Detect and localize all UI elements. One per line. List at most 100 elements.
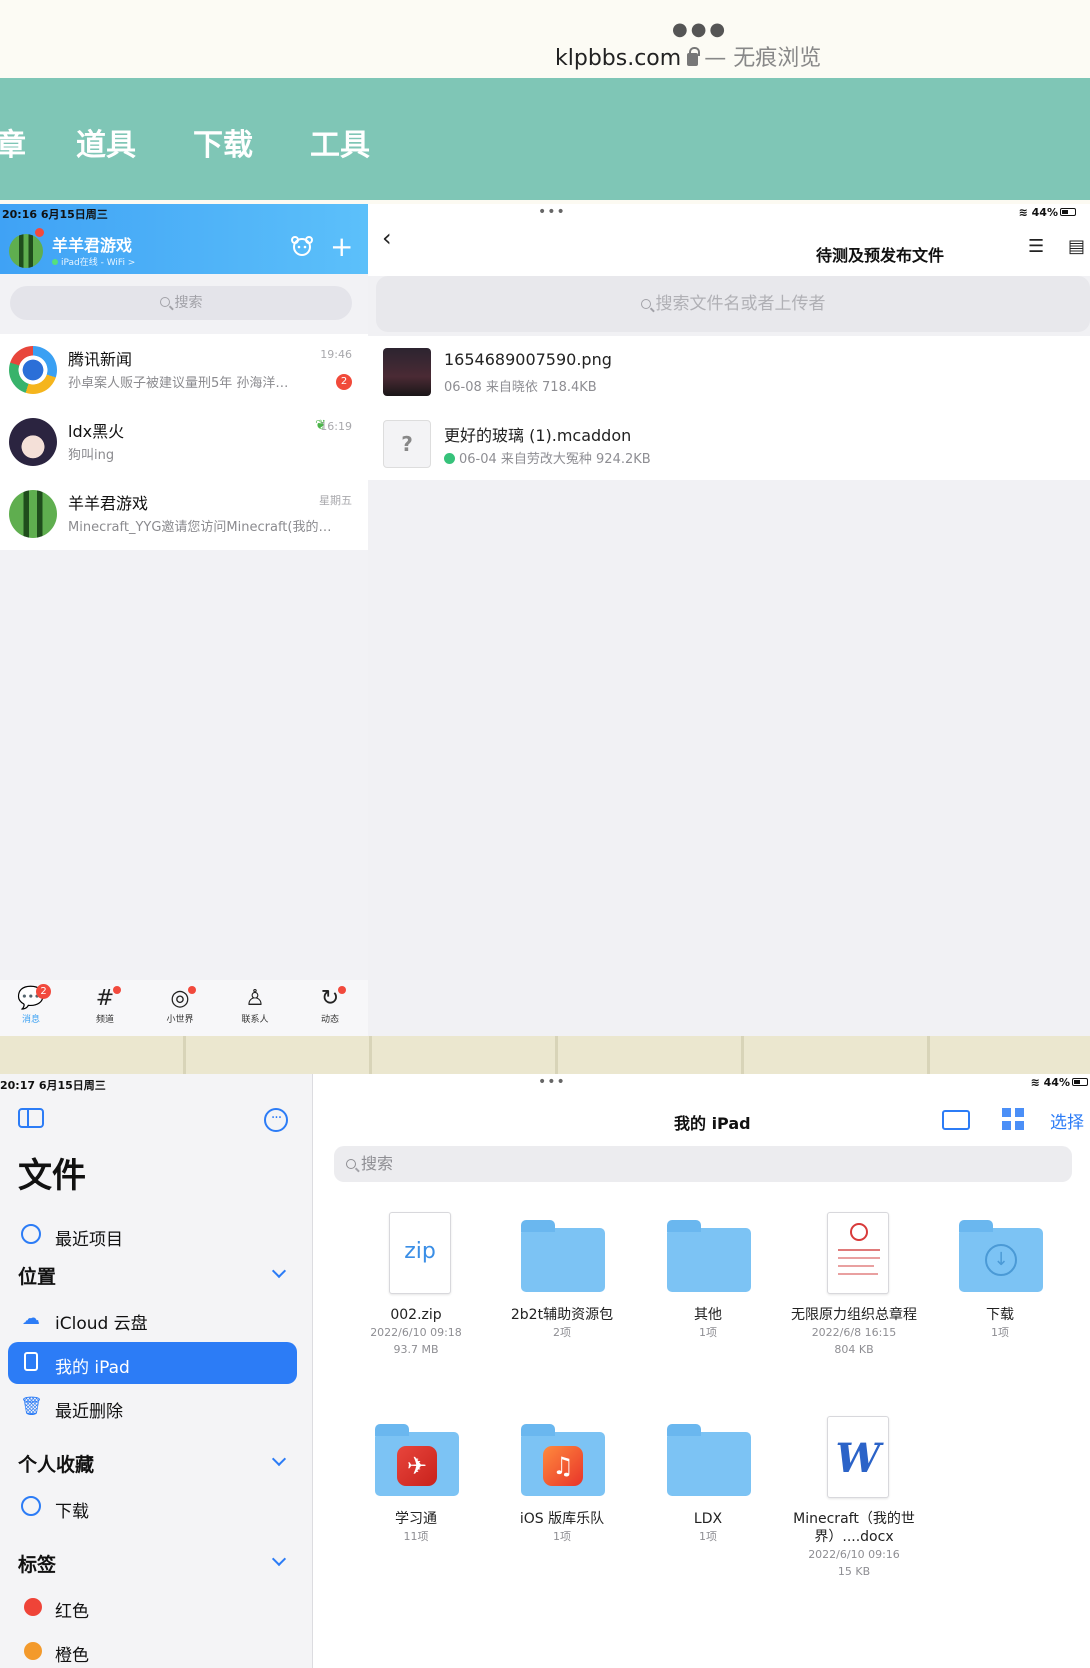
file-search-input[interactable]: 搜索文件名或者上传者	[376, 276, 1090, 332]
qq-username[interactable]: 羊羊君游戏	[52, 232, 132, 256]
grid-view-icon[interactable]	[1002, 1108, 1024, 1130]
seal-icon	[850, 1223, 868, 1241]
folder-item[interactable]: 2b2t辅助资源包 2项	[492, 1212, 632, 1341]
files-main-area: ••• ≋ 44% 我的 iPad 选择 搜索 zip 002.zip 2022…	[314, 1074, 1090, 1668]
contact-avatar	[9, 418, 57, 466]
chat-name: 羊羊君游戏	[68, 494, 149, 513]
address-bar[interactable]: klpbbs.com — 无痕浏览	[555, 40, 821, 72]
creeper-avatar	[9, 490, 57, 538]
chat-item[interactable]: 羊羊君游戏 Minecraft_YYG邀请您访问Minecraft(我的… 星期…	[0, 478, 368, 550]
chat-preview: 孙卓案人贩子被建议量刑5年 孙海洋…	[68, 376, 289, 391]
sort-list-icon[interactable]: ☰	[1028, 236, 1044, 257]
folder-item[interactable]: 其他 1项	[638, 1212, 778, 1341]
item-date: 2022/6/10 09:18	[370, 1326, 462, 1339]
file-row[interactable]: ? 更好的玻璃 (1).mcaddon 06-04 来自劳改大冤种 924.2K…	[368, 408, 1090, 480]
file-meta: 06-08 来自晓依 718.4KB	[444, 380, 597, 395]
pet-icon[interactable]	[290, 235, 314, 263]
sidebar-item-recently-deleted[interactable]: 🗑 最近删除	[8, 1386, 297, 1428]
multitask-dots-icon[interactable]: •••	[538, 204, 566, 220]
red-tag-icon	[24, 1598, 42, 1616]
trash-icon: 🗑	[20, 1396, 43, 1417]
item-count: 11项	[403, 1530, 429, 1543]
file-item-document[interactable]: 无限原力组织总章程 2022/6/8 16:15 804 KB	[784, 1212, 924, 1358]
file-item-docx[interactable]: W Minecraft（我的世界）....docx 2022/6/10 09:1…	[784, 1416, 924, 1580]
files-search-input[interactable]: 搜索	[334, 1146, 1072, 1182]
tab-messages[interactable]: 💬 消息 2	[11, 984, 51, 1025]
tab-feed[interactable]: ↻ 动态	[310, 986, 350, 1025]
item-size: 15 KB	[837, 1565, 871, 1578]
section-locations[interactable]: 位置	[18, 1262, 56, 1289]
sidebar-item-downloads[interactable]: 下载	[8, 1486, 297, 1528]
sidebar-item-icloud[interactable]: ☁ iCloud 云盘	[8, 1298, 297, 1340]
file-item-zip[interactable]: zip 002.zip 2022/6/10 09:18 93.7 MB	[346, 1212, 486, 1358]
item-name: Minecraft（我的世界）....docx	[793, 1511, 915, 1545]
item-count: 1项	[699, 1530, 717, 1543]
item-size: 93.7 MB	[393, 1343, 439, 1356]
multitask-dots-icon[interactable]: •••	[538, 1074, 566, 1090]
item-name: 002.zip	[390, 1307, 442, 1323]
nav-item-items[interactable]: 道具	[76, 120, 136, 164]
folder-item[interactable]: LDX 1项	[638, 1416, 778, 1545]
chevron-down-icon[interactable]	[271, 1451, 287, 1467]
select-button[interactable]: 选择	[1050, 1108, 1084, 1133]
back-chevron-icon[interactable]: ‹	[382, 224, 392, 252]
chat-name: ldx黑火	[68, 422, 125, 441]
folder-item-garageband[interactable]: ♫ iOS 版库乐队 1项	[492, 1416, 632, 1545]
zip-file-icon: zip	[373, 1212, 459, 1298]
unknown-file-icon: ?	[383, 420, 431, 468]
word-document-icon: W	[811, 1416, 897, 1502]
sprout-icon: ❦	[315, 418, 326, 433]
section-favorites[interactable]: 个人收藏	[18, 1450, 94, 1477]
chat-item[interactable]: 腾讯新闻 孙卓案人贩子被建议量刑5年 孙海洋… 19:46 2	[0, 334, 368, 406]
wifi-icon: ≋	[1030, 1076, 1040, 1089]
files-screenshot: 20:17 6月15日周三 ··· 文件 最近项目 位置 ☁ iCloud 云盘…	[0, 1074, 1090, 1668]
files-sidebar: 20:17 6月15日周三 ··· 文件 最近项目 位置 ☁ iCloud 云盘…	[0, 1074, 313, 1668]
cloud-icon: ☁	[22, 1308, 40, 1329]
private-mode-label: — 无痕浏览	[704, 46, 822, 71]
folder-action-icon[interactable]: ▤	[1068, 236, 1085, 257]
search-icon	[640, 299, 651, 309]
item-name: iOS 版库乐队	[519, 1511, 605, 1527]
more-options-icon[interactable]: ···	[264, 1108, 288, 1132]
online-status[interactable]: iPad在线 - WiFi >	[52, 255, 135, 268]
file-row[interactable]: 1654689007590.png 06-08 来自晓依 718.4KB	[368, 336, 1090, 408]
nav-item-tools[interactable]: 工具	[310, 120, 370, 164]
tab-channels[interactable]: # 频道	[85, 986, 125, 1025]
tab-contacts[interactable]: ♙ 联系人	[235, 986, 275, 1025]
sidebar-item-my-ipad[interactable]: 我的 iPad	[8, 1342, 297, 1384]
status-time: 20:17 6月15日周三	[0, 1079, 106, 1092]
file-panel-header: ••• ≋ 44% ‹ 待测及预发布文件 ☰ ▤	[368, 204, 1090, 276]
chevron-down-icon[interactable]	[271, 1263, 287, 1279]
add-icon[interactable]: +	[330, 230, 353, 263]
sidebar-item-tag-red[interactable]: 红色	[8, 1586, 297, 1628]
nav-item-downloads[interactable]: 下载	[193, 120, 253, 164]
qq-tab-bar: 💬 消息 2 # 频道 ◎ 小世界 ♙ 联系人 ↻ 动态	[0, 980, 368, 1036]
qq-header: 20:16 6月15日周三 羊羊君游戏 iPad在线 - WiFi > +	[0, 204, 368, 274]
location-title: 我的 iPad	[674, 1114, 751, 1133]
sidebar-item-tag-orange[interactable]: 橙色	[8, 1630, 297, 1668]
person-icon: ♙	[245, 986, 265, 1011]
image-thumbnail	[383, 348, 431, 396]
sidebar-toggle-icon[interactable]	[18, 1108, 44, 1128]
qq-chat-list-panel: 20:16 6月15日周三 羊羊君游戏 iPad在线 - WiFi > + 搜索…	[0, 204, 368, 1036]
nav-item-articles[interactable]: 章	[0, 120, 26, 164]
status-bar: ≋ 44%	[1031, 1076, 1088, 1089]
section-tags[interactable]: 标签	[18, 1550, 56, 1577]
clock-icon	[20, 1224, 42, 1246]
chevron-down-icon[interactable]	[271, 1551, 287, 1567]
sidebar-item-recents[interactable]: 最近项目	[8, 1214, 297, 1256]
tab-small-world[interactable]: ◎ 小世界	[160, 986, 200, 1025]
chat-time: 星期五	[319, 494, 352, 507]
chat-item[interactable]: ldx黑火 狗叫ing 16:19 ❦	[0, 406, 368, 478]
user-avatar[interactable]	[9, 234, 43, 268]
browser-more-icon[interactable]: ●●●	[672, 19, 728, 40]
sidebar-title: 文件	[18, 1156, 86, 1196]
folder-item-downloads[interactable]: ↓ 下载 1项	[930, 1212, 1070, 1341]
item-count: 2项	[553, 1326, 571, 1339]
folder-item-xuexitong[interactable]: ✈ 学习通 11项	[346, 1416, 486, 1545]
qq-search-input[interactable]: 搜索	[10, 286, 352, 320]
status-time: 20:16 6月15日周三	[2, 208, 108, 221]
new-folder-icon[interactable]	[942, 1110, 970, 1130]
item-name: 其他	[694, 1307, 722, 1323]
wifi-icon: ≋	[1018, 206, 1028, 219]
